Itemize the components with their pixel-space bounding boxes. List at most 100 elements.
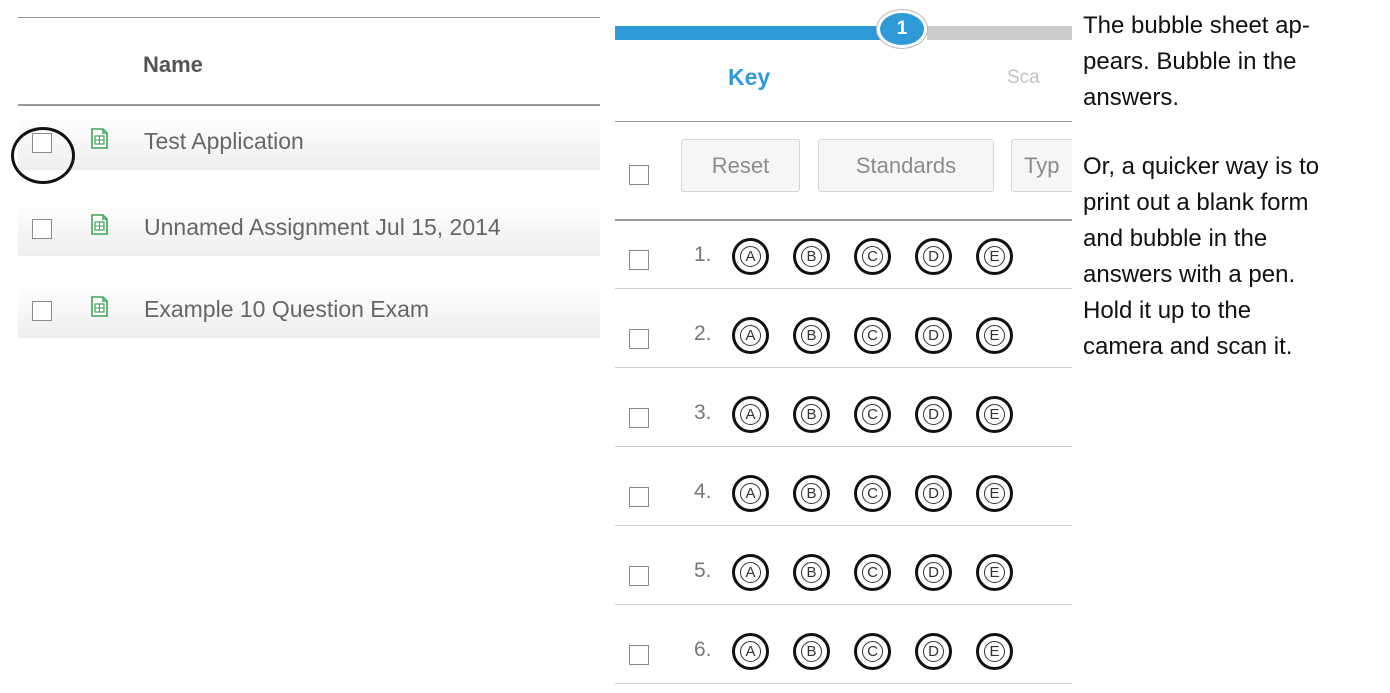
question-checkbox[interactable] <box>629 566 649 586</box>
answer-bubble-b[interactable]: B <box>793 633 830 670</box>
answer-bubble-b[interactable]: B <box>793 317 830 354</box>
answer-bubble-c[interactable]: C <box>854 554 891 591</box>
answer-bubble-letter: B <box>801 246 822 267</box>
document-icon <box>91 128 108 149</box>
row-divider <box>615 604 1072 605</box>
question-checkbox[interactable] <box>629 487 649 507</box>
question-checkbox[interactable] <box>629 408 649 428</box>
row-divider <box>615 288 1072 289</box>
answer-bubble-letter: A <box>740 404 761 425</box>
answer-bubble-letter: D <box>923 404 944 425</box>
name-column-header[interactable]: Name <box>143 52 203 78</box>
answer-bubble-letter: E <box>984 641 1005 662</box>
answer-bubble-letter: B <box>801 483 822 504</box>
progress-bar-complete <box>615 26 897 40</box>
answer-bubble-letter: A <box>740 562 761 583</box>
answer-bubble-letter: D <box>923 562 944 583</box>
progress-bar-remaining <box>927 26 1072 40</box>
answer-bubble-a[interactable]: A <box>732 633 769 670</box>
answer-bubble-e[interactable]: E <box>976 554 1013 591</box>
answer-bubble-letter: B <box>801 562 822 583</box>
answer-bubble-a[interactable]: A <box>732 475 769 512</box>
question-number: 5. <box>694 559 712 582</box>
assignment-name[interactable]: Example 10 Question Exam <box>144 296 429 323</box>
answer-bubble-d[interactable]: D <box>915 396 952 433</box>
answer-bubble-letter: E <box>984 483 1005 504</box>
stepper-divider <box>615 121 1072 122</box>
select-all-checkbox[interactable] <box>629 165 649 185</box>
question-checkbox[interactable] <box>629 645 649 665</box>
assignment-name[interactable]: Test Application <box>144 128 304 155</box>
question-checkbox[interactable] <box>629 250 649 270</box>
answer-bubble-e[interactable]: E <box>976 238 1013 275</box>
answer-bubble-letter: B <box>801 325 822 346</box>
answer-bubble-letter: A <box>740 325 761 346</box>
answer-bubble-letter: C <box>862 246 883 267</box>
answer-bubble-b[interactable]: B <box>793 238 830 275</box>
answer-bubble-a[interactable]: A <box>732 317 769 354</box>
answer-bubble-e[interactable]: E <box>976 396 1013 433</box>
instruction-paragraph-1: The bubble sheet ap- pears. Bubble in th… <box>1083 12 1310 111</box>
answer-bubble-letter: D <box>923 483 944 504</box>
standards-button[interactable]: Standards <box>818 139 994 192</box>
question-number: 3. <box>694 401 712 424</box>
answer-bubble-letter: E <box>984 404 1005 425</box>
answer-bubble-letter: D <box>923 246 944 267</box>
answer-bubble-a[interactable]: A <box>732 396 769 433</box>
answer-bubble-c[interactable]: C <box>854 633 891 670</box>
assignment-row[interactable]: Unnamed Assignment Jul 15, 2014 <box>18 202 600 256</box>
question-number: 1. <box>694 243 712 266</box>
row-divider <box>615 446 1072 447</box>
step-key-label[interactable]: Key <box>728 64 770 91</box>
row-checkbox[interactable] <box>32 301 52 321</box>
answer-bubble-e[interactable]: E <box>976 633 1013 670</box>
answer-bubble-letter: C <box>862 483 883 504</box>
answer-key-panel: 1 Key Sca Reset Standards Typ 1. A B C D E 2. A… <box>612 0 1072 693</box>
assignment-name[interactable]: Unnamed Assignment Jul 15, 2014 <box>144 214 501 241</box>
answer-bubble-letter: B <box>801 404 822 425</box>
answer-bubble-d[interactable]: D <box>915 633 952 670</box>
question-number: 2. <box>694 322 712 345</box>
answer-bubble-letter: A <box>740 483 761 504</box>
document-icon <box>91 296 108 317</box>
question-checkbox[interactable] <box>629 329 649 349</box>
answer-bubble-c[interactable]: C <box>854 317 891 354</box>
answer-bubble-b[interactable]: B <box>793 396 830 433</box>
answer-bubble-d[interactable]: D <box>915 317 952 354</box>
answer-bubble-letter: E <box>984 246 1005 267</box>
question-row: 4. A B C D E <box>615 458 1072 526</box>
answer-bubble-d[interactable]: D <box>915 554 952 591</box>
answer-bubble-c[interactable]: C <box>854 238 891 275</box>
answer-bubble-a[interactable]: A <box>732 554 769 591</box>
answer-bubble-a[interactable]: A <box>732 238 769 275</box>
header-divider <box>18 104 600 106</box>
question-number: 4. <box>694 480 712 503</box>
answer-bubble-b[interactable]: B <box>793 475 830 512</box>
answer-bubble-letter: C <box>862 404 883 425</box>
step-indicator: 1 <box>877 10 927 48</box>
answer-bubble-letter: B <box>801 641 822 662</box>
answer-bubble-e[interactable]: E <box>976 317 1013 354</box>
answer-bubble-letter: C <box>862 325 883 346</box>
row-checkbox[interactable] <box>32 219 52 239</box>
assignment-row[interactable]: Test Application <box>18 116 600 170</box>
answer-bubble-c[interactable]: C <box>854 475 891 512</box>
answer-bubble-d[interactable]: D <box>915 238 952 275</box>
answer-bubble-letter: D <box>923 325 944 346</box>
row-divider <box>615 525 1072 526</box>
type-button[interactable]: Typ <box>1011 139 1072 192</box>
highlight-circle <box>11 127 75 184</box>
answer-bubble-b[interactable]: B <box>793 554 830 591</box>
row-divider <box>615 367 1072 368</box>
document-icon <box>91 214 108 235</box>
answer-bubble-letter: E <box>984 325 1005 346</box>
assignment-row[interactable]: Example 10 Question Exam <box>18 284 600 338</box>
question-row: 6. A B C D E <box>615 616 1072 684</box>
row-divider <box>615 683 1072 684</box>
step-scan-label[interactable]: Sca <box>1007 67 1040 89</box>
answer-bubble-e[interactable]: E <box>976 475 1013 512</box>
answer-bubble-d[interactable]: D <box>915 475 952 512</box>
reset-button[interactable]: Reset <box>681 139 800 192</box>
question-row: 3. A B C D E <box>615 379 1072 447</box>
answer-bubble-c[interactable]: C <box>854 396 891 433</box>
